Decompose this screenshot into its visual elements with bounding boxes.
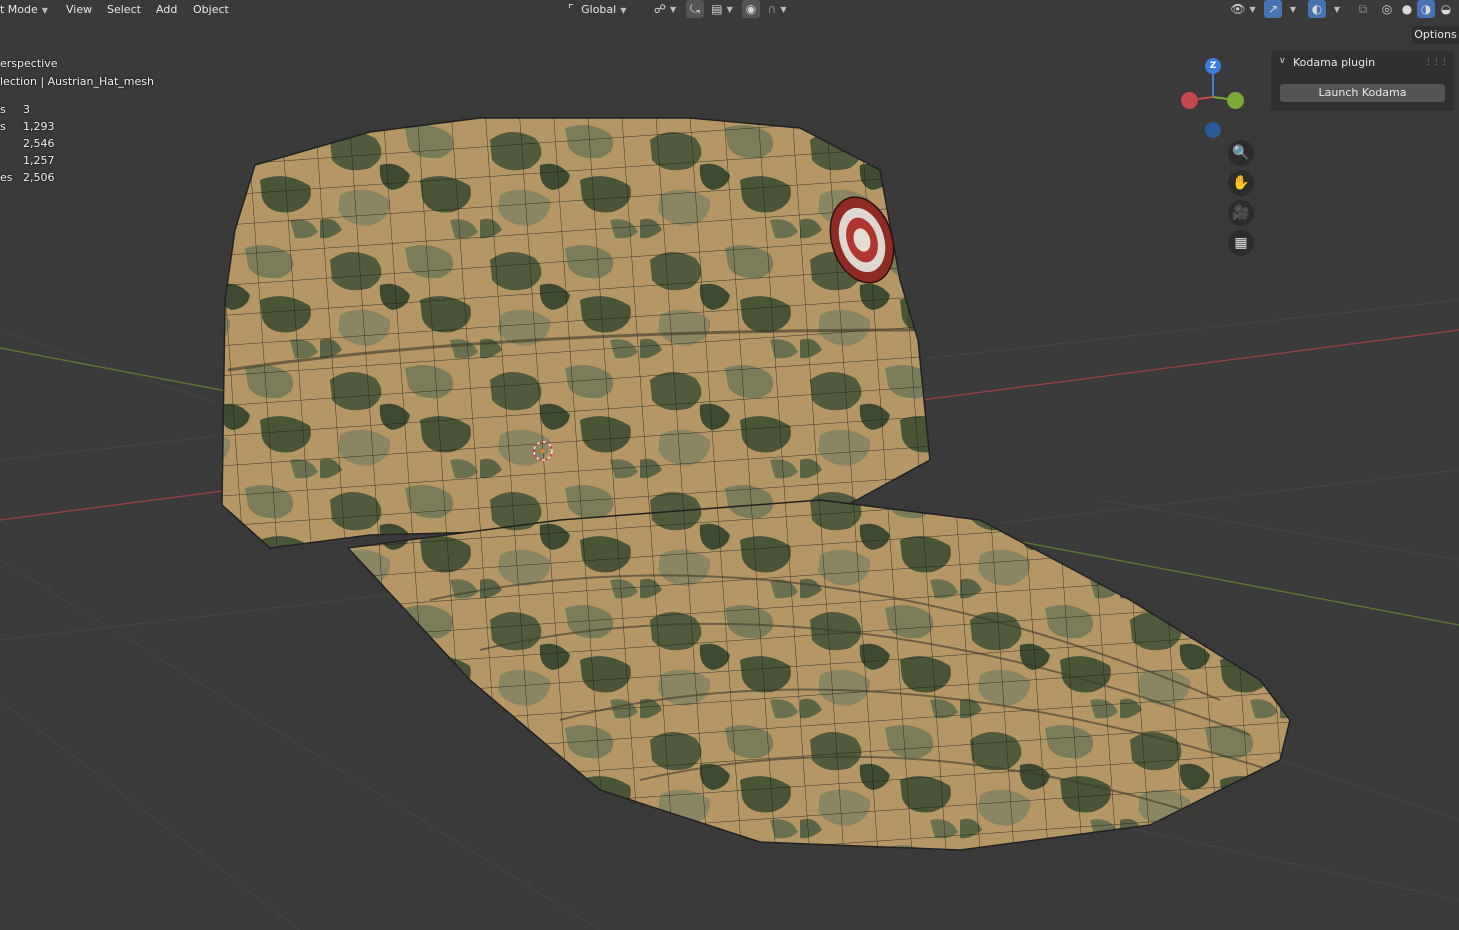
- camera-icon[interactable]: 🎥: [1228, 200, 1254, 226]
- chevron-down-icon[interactable]: ▼: [1328, 0, 1342, 18]
- stat-value: 2,506: [23, 171, 55, 184]
- chevron-down-icon[interactable]: ∨: [1279, 56, 1286, 66]
- hand-pan-icon[interactable]: ✋: [1228, 170, 1254, 196]
- chevron-down-icon: ▼: [41, 6, 48, 15]
- visibility-eye-icon[interactable]: 👁 ▼: [1228, 0, 1258, 18]
- gizmo-x-axis[interactable]: [1181, 92, 1198, 109]
- stat-value: 3: [23, 103, 30, 116]
- menu-view[interactable]: View: [64, 2, 94, 17]
- zoom-icon[interactable]: 🔍: [1228, 140, 1254, 166]
- orientation-label: Global: [581, 3, 617, 16]
- proportional-edit-icon[interactable]: ◉: [742, 0, 760, 18]
- snap-target-icon[interactable]: ▤ ▼: [706, 0, 738, 18]
- mode-selector[interactable]: t Mode ▼: [0, 2, 48, 18]
- grid-ortho-icon[interactable]: ▦: [1228, 230, 1254, 256]
- chevron-down-icon[interactable]: ▼: [1284, 0, 1298, 18]
- overlays-icon[interactable]: ◐: [1308, 0, 1326, 18]
- snap-icon[interactable]: ⤿: [686, 0, 704, 18]
- panel-title[interactable]: Kodama plugin: [1293, 56, 1375, 69]
- gizmo-toggle-icon[interactable]: ↗: [1264, 0, 1282, 18]
- drag-handle-icon[interactable]: ⋮⋮⋮: [1424, 57, 1449, 67]
- options-button[interactable]: Options: [1412, 26, 1459, 44]
- transform-orientation-dropdown[interactable]: ⌜ Global ▼: [568, 2, 626, 18]
- orientation-icon: ⌜: [568, 2, 574, 16]
- gizmo-z-axis[interactable]: Z: [1205, 58, 1221, 74]
- chevron-down-icon: ▼: [620, 6, 627, 15]
- gizmo-y-axis[interactable]: [1227, 92, 1244, 109]
- collection-info: lection | Austrian_Hat_mesh: [0, 75, 154, 88]
- menu-select[interactable]: Select: [105, 2, 143, 17]
- stat-label: s: [0, 120, 6, 133]
- xray-icon[interactable]: ⧉: [1354, 0, 1372, 18]
- kodama-plugin-panel: ∨ Kodama plugin ⋮⋮⋮ Launch Kodama: [1271, 51, 1454, 111]
- hat-crown[interactable]: [221, 117, 931, 549]
- rendered-shading-icon[interactable]: ◒: [1437, 0, 1455, 18]
- wireframe-shading-icon[interactable]: ◎: [1378, 0, 1396, 18]
- stat-label: s: [0, 103, 6, 116]
- pivot-point-icon[interactable]: ☍ ▼: [650, 0, 680, 18]
- menu-add[interactable]: Add: [154, 2, 179, 17]
- gizmo-neg-z-axis[interactable]: [1205, 122, 1221, 138]
- hat-brim[interactable]: [346, 499, 1291, 851]
- viewport-header: t Mode ▼ View Select Add Object ⌜ Global ▼…: [0, 0, 1459, 19]
- stat-value: 1,257: [23, 154, 55, 167]
- material-preview-icon[interactable]: ◑: [1417, 0, 1435, 18]
- stat-label: es: [0, 171, 13, 184]
- mode-label: t Mode: [0, 3, 38, 16]
- stat-value: 2,546: [23, 137, 55, 150]
- menu-object[interactable]: Object: [191, 2, 231, 17]
- stat-value: 1,293: [23, 120, 55, 133]
- solid-shading-icon[interactable]: ●: [1398, 0, 1416, 18]
- view-name: erspective: [0, 57, 58, 70]
- falloff-icon[interactable]: ∩ ▼: [762, 0, 792, 18]
- launch-kodama-button[interactable]: Launch Kodama: [1280, 84, 1445, 102]
